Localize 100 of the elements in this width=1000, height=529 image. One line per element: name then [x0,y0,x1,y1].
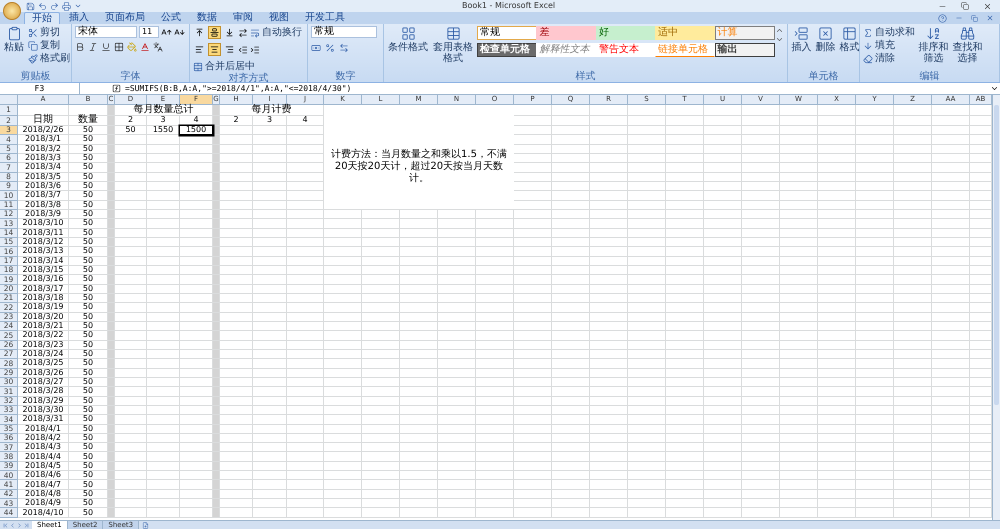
cell-style-swatch[interactable]: 常规 [477,26,537,40]
ribbon-tab[interactable]: 视图 [262,12,296,24]
function-icon[interactable] [112,84,121,93]
table-cell: 2018/3/30 [18,406,69,416]
ribbon-tab[interactable]: 审阅 [226,12,260,24]
format-painter-button[interactable]: 格式刷 [28,52,70,65]
ribbon-tab[interactable]: 插入 [62,12,96,24]
cut-button[interactable]: 剪切 [28,26,70,39]
scroll-down-icon[interactable] [775,35,784,44]
copy-button[interactable]: 复制 [28,39,70,52]
close-icon[interactable] [983,2,992,10]
table-cell: 2018/3/4 [18,163,69,173]
table-cell: 2018/3/7 [18,191,69,201]
scroll-up-icon[interactable] [775,26,784,35]
brush-icon [28,54,38,64]
first-sheet-icon[interactable] [2,522,9,528]
table-cell: 2018/4/7 [18,480,69,490]
sigma-icon [863,28,873,38]
currency-icon[interactable] [311,43,321,53]
redo-icon[interactable] [50,2,59,10]
bold-icon[interactable] [75,42,85,52]
group-label: 对齐方式 [228,73,268,84]
font-name-field[interactable]: 宋体 [75,26,137,38]
help-icon[interactable] [938,14,947,22]
next-sheet-icon[interactable] [16,522,23,528]
table-cell: 2018/3/9 [18,210,69,220]
formula-field[interactable]: =SUMIFS(B:B,A:A,">=2018/4/1",A:A,"<=2018/4/30") [125,83,986,94]
fill-color-icon[interactable] [127,42,137,52]
select-all-corner[interactable] [0,95,18,105]
ribbon-tab[interactable]: 开始 [24,12,60,24]
shrink-font-icon[interactable] [174,26,185,38]
table-format-button[interactable]: 套用表格格式 [432,26,474,64]
table-cell: 2018/3/2 [18,144,69,154]
wrap-text-button[interactable]: 自动换行 [250,26,302,39]
clear-button[interactable]: 清除 [863,52,915,65]
fill-button[interactable]: 填充 [863,39,915,52]
undo-icon[interactable] [38,2,47,10]
cell-style-swatch[interactable]: 输出 [714,43,775,57]
find-select-button[interactable]: 查找和选择 [952,26,983,64]
table-cell: 2018/3/5 [18,172,69,182]
cell-style-swatch[interactable]: 警告文本 [596,43,656,57]
format-button[interactable]: 格式 [839,26,860,53]
merge-center-button[interactable]: 合并后居中 [193,60,302,73]
autosum-button[interactable]: 自动求和 [863,26,915,39]
table-cell: 2018/3/15 [18,266,69,276]
number-format-field[interactable]: 常规 [311,26,377,38]
sort-filter-button[interactable]: 排序和筛选 [918,26,949,64]
vertical-align-button[interactable] [208,26,221,39]
grow-font-icon[interactable] [161,26,172,38]
horizontal-align-button[interactable] [208,43,221,56]
phonetic-icon[interactable] [153,42,163,52]
table-cell: 2018/3/31 [18,415,69,424]
restore-icon[interactable] [961,2,969,10]
paste-button[interactable]: 粘贴 [3,26,25,53]
underline-icon[interactable] [101,42,111,52]
table-icon [842,26,857,41]
table-cell: 2018/4/6 [18,471,69,480]
note-text: 计费方法：当月数量之和乘以1.5，不满20天按20天计，超过20天按当月天数计。 [330,149,508,185]
merged-cell: 每月计费 [220,105,324,116]
table-cell: 2018/3/18 [18,294,69,304]
decimal-icon[interactable] [339,43,349,53]
table-cell: 2018/4/4 [18,452,69,462]
conditional-format-button[interactable]: 条件格式 [387,26,429,53]
ribbon-tab[interactable]: 数据 [190,12,224,24]
name-box[interactable]: F3 [0,83,80,94]
insert-button[interactable]: 插入 [791,26,812,53]
caret-icon[interactable] [74,2,82,10]
insert-rows-icon [794,26,809,41]
orientation-icon[interactable] [238,28,248,38]
save-icon[interactable] [26,2,35,10]
align-left-icon [195,45,204,54]
last-sheet-icon[interactable] [23,522,30,528]
cell-style-swatch[interactable]: 好 [596,26,656,40]
table-cell: 2 [115,116,147,126]
printer-icon[interactable] [62,2,71,10]
cell-style-swatch[interactable]: 解释性文本 [536,43,596,57]
cell-style-swatch[interactable]: 差 [536,26,596,40]
delete-button[interactable]: 删除 [815,26,836,53]
cell-style-swatch[interactable]: 适中 [655,26,716,40]
table-cell: 2 [220,116,253,126]
ribbon-tab[interactable]: 开发工具 [298,12,352,24]
table-cell: 2018/3/19 [18,303,69,313]
table-cell: 2018/3/1 [18,135,69,145]
borders-icon[interactable] [114,42,124,52]
copy-icon [28,40,38,50]
ribbon-tab[interactable]: 公式 [154,12,188,24]
text-box[interactable]: 计费方法：当月数量之和乘以1.5，不满20天按20天计，超过20天按当月天数计。 [324,105,514,209]
decrease-indent-icon[interactable] [238,44,248,54]
ribbon-tab[interactable]: 页面布局 [98,12,152,24]
vertical-scrollbar[interactable] [992,95,1000,520]
cell-style-swatch[interactable]: 检查单元格 [477,43,537,57]
table-cell: 2018/3/10 [18,219,69,229]
percent-icon[interactable] [325,43,335,53]
increase-indent-icon[interactable] [250,44,260,54]
font-color-icon[interactable] [140,42,150,52]
expand-icon[interactable] [990,84,999,93]
insert-sheet-icon[interactable] [142,522,150,528]
italic-icon[interactable] [88,42,98,52]
font-size-field[interactable]: 11 [139,26,159,38]
previous-sheet-icon[interactable] [9,522,16,528]
